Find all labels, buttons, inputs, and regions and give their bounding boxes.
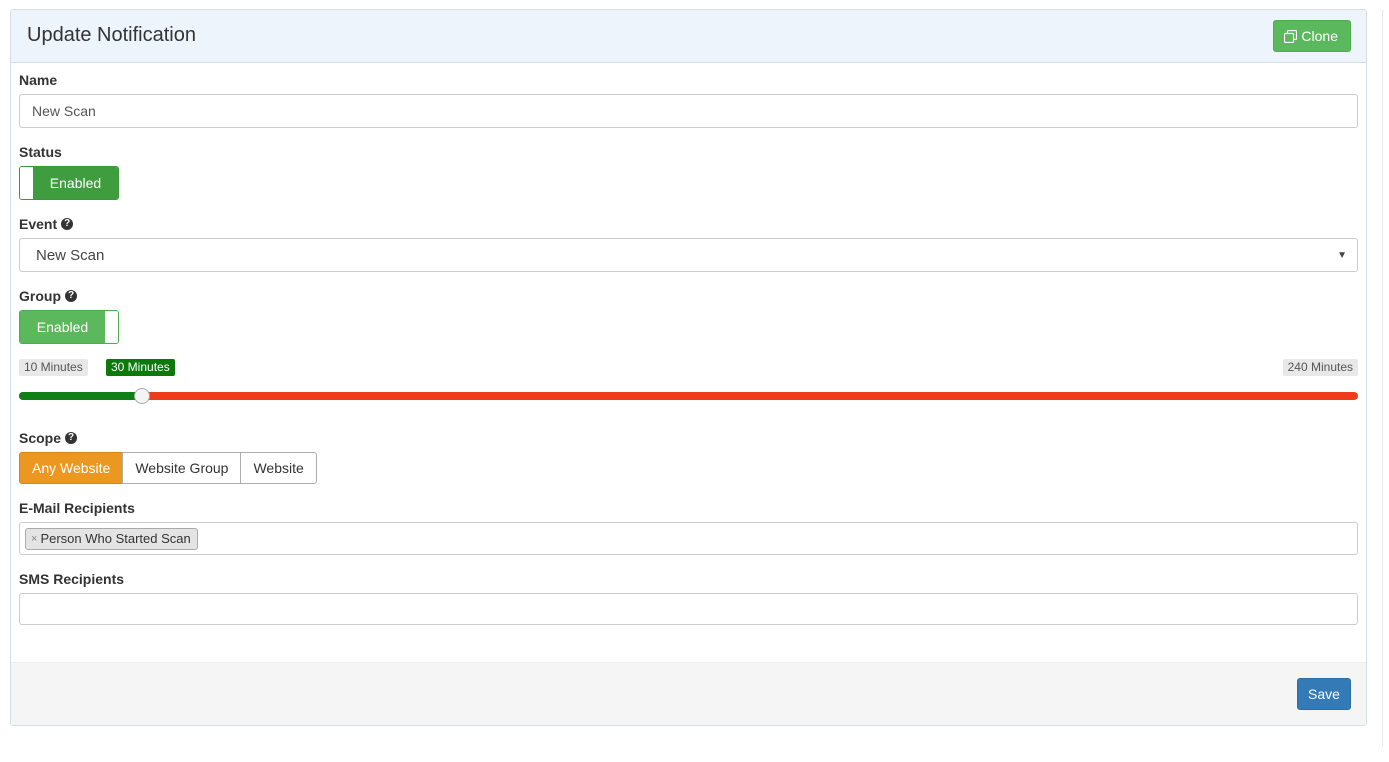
question-circle-icon[interactable]: ? (65, 432, 78, 444)
panel-footer: Save (11, 662, 1366, 725)
sms-recipients-input[interactable] (19, 593, 1358, 625)
group-interval-slider[interactable] (19, 388, 1358, 404)
scope-label: Scope ? (19, 430, 78, 446)
scope-button-group: Any Website Website Group Website (19, 452, 317, 484)
scope-website-button[interactable]: Website (240, 452, 317, 484)
toggle-handle (105, 311, 118, 343)
event-select[interactable]: New Scan ▼ (19, 238, 1358, 272)
scope-website-group-button[interactable]: Website Group (122, 452, 242, 484)
email-recipients-input[interactable]: × Person Who Started Scan (19, 522, 1358, 555)
email-recipients-label: E-Mail Recipients (19, 500, 135, 516)
page-edge-divider (1382, 10, 1383, 746)
status-toggle-label: Enabled (33, 167, 118, 199)
chevron-down-icon: ▼ (1337, 249, 1347, 261)
question-circle-icon[interactable]: ? (65, 290, 77, 302)
panel-header: Update Notification Clone (11, 10, 1366, 63)
status-toggle[interactable]: Enabled (19, 166, 119, 200)
slider-value-label: 30 Minutes (106, 359, 175, 376)
close-icon[interactable]: × (31, 533, 37, 545)
scope-any-website-button[interactable]: Any Website (19, 452, 124, 484)
slider-fill (19, 392, 142, 400)
clone-label: Clone (1301, 28, 1338, 44)
group-toggle[interactable]: Enabled (19, 310, 119, 344)
sms-recipients-label: SMS Recipients (19, 571, 125, 587)
notification-panel: Update Notification Clone Name New Scan … (10, 9, 1367, 726)
group-toggle-label: Enabled (20, 311, 105, 343)
event-label: Event ? (19, 216, 74, 232)
group-label: Group ? (19, 288, 77, 304)
clone-icon (1284, 29, 1298, 43)
slider-handle[interactable] (134, 388, 150, 404)
question-circle-icon[interactable]: ? (61, 218, 74, 230)
page-title: Update Notification (27, 24, 196, 46)
save-button[interactable]: Save (1297, 678, 1351, 710)
recipient-tag: × Person Who Started Scan (25, 527, 198, 550)
clone-button[interactable]: Clone (1273, 20, 1351, 52)
status-label: Status (19, 144, 62, 160)
name-label: Name (19, 72, 58, 88)
name-input[interactable]: New Scan (19, 94, 1358, 128)
slider-max-label: 240 Minutes (1282, 359, 1358, 376)
slider-min-label: 10 Minutes (19, 359, 88, 376)
toggle-handle (20, 167, 33, 199)
